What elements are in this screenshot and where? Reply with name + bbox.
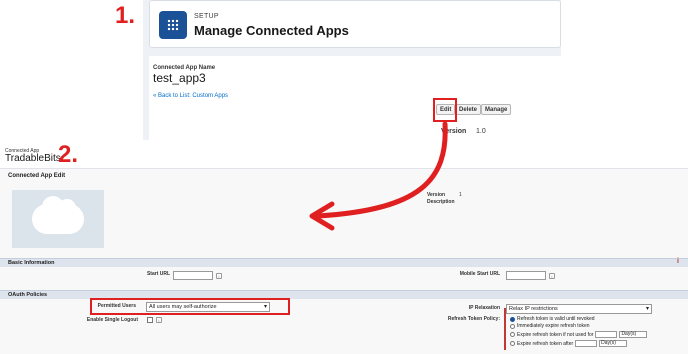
radio-selected-icon[interactable] [510, 316, 515, 322]
refresh-option-valid-until-revoked[interactable]: Refresh token is valid until revoked [510, 316, 595, 322]
back-to-list-link[interactable]: « Back to List: Custom Apps [153, 93, 228, 99]
app-logo-image [12, 190, 104, 248]
connected-app-name: TradableBits [5, 153, 61, 164]
cloud-logo-icon [32, 196, 84, 234]
mobile-start-url-input[interactable] [506, 271, 546, 280]
radio-label: Expire refresh token if not used for [517, 331, 594, 338]
radio-label: Expire refresh token after [517, 340, 574, 347]
permitted-users-highlight [90, 298, 290, 315]
refresh-option-expire-after[interactable]: Expire refresh token after Day(s) [510, 340, 628, 347]
mobile-start-url-label: Mobile Start URL [459, 271, 500, 277]
version-label: Version [441, 128, 467, 135]
enable-single-logout-label: Enable Single Logout [86, 317, 138, 323]
setup-header-card: SETUP Manage Connected Apps [149, 0, 561, 48]
ip-relaxation-label: IP Relaxation [468, 305, 500, 311]
radio-label: Immediately expire refresh token [517, 323, 590, 329]
app-name: test_app3 [153, 71, 206, 85]
info-icon[interactable]: i [549, 273, 555, 279]
refresh-option-immediately-expire[interactable]: Immediately expire refresh token [510, 323, 590, 329]
version-value: 1 [459, 192, 462, 198]
expire-after-days-input[interactable] [575, 340, 598, 347]
required-field-bar [504, 308, 506, 350]
radio-icon[interactable] [510, 332, 515, 337]
info-icon[interactable]: i [216, 273, 222, 279]
expire-after-unit-select[interactable]: Day(s) [599, 340, 628, 347]
manage-button[interactable]: Manage [481, 104, 512, 115]
delete-button[interactable]: Delete [455, 104, 482, 115]
version-label: Version [427, 192, 446, 198]
ip-relaxation-select[interactable]: Relax IP restrictions [506, 304, 652, 314]
info-icon[interactable]: i [156, 317, 162, 323]
refresh-option-expire-not-used[interactable]: Expire refresh token if not used for Day… [510, 331, 648, 338]
app-detail-card: Connected App Name test_app3 « Back to L… [149, 56, 561, 140]
radio-label: Refresh token is valid until revoked [517, 316, 595, 322]
version-value: 1.0 [476, 128, 486, 135]
radio-icon[interactable] [510, 341, 515, 346]
single-logout-checkbox[interactable] [147, 317, 153, 323]
start-url-input[interactable] [173, 271, 213, 280]
not-used-unit-select[interactable]: Day(s) [619, 331, 648, 338]
radio-icon[interactable] [510, 323, 515, 329]
page-title: Manage Connected Apps [194, 23, 349, 38]
edit-button-highlight [433, 98, 457, 122]
required-info-icon: i [677, 258, 679, 265]
step-number-one: 1. [115, 2, 136, 29]
setup-grid-icon [159, 11, 187, 39]
refresh-token-policy-label: Refresh Token Policy: [447, 316, 500, 322]
start-url-label: Start URL [146, 271, 170, 277]
step-number-two: 2. [58, 141, 79, 168]
basic-information-section-header: Basic Information [0, 258, 688, 267]
setup-label: SETUP [194, 13, 219, 20]
not-used-days-input[interactable] [595, 331, 618, 338]
description-label: Description [427, 199, 455, 205]
edit-panel-header: Connected App Edit [8, 173, 66, 179]
